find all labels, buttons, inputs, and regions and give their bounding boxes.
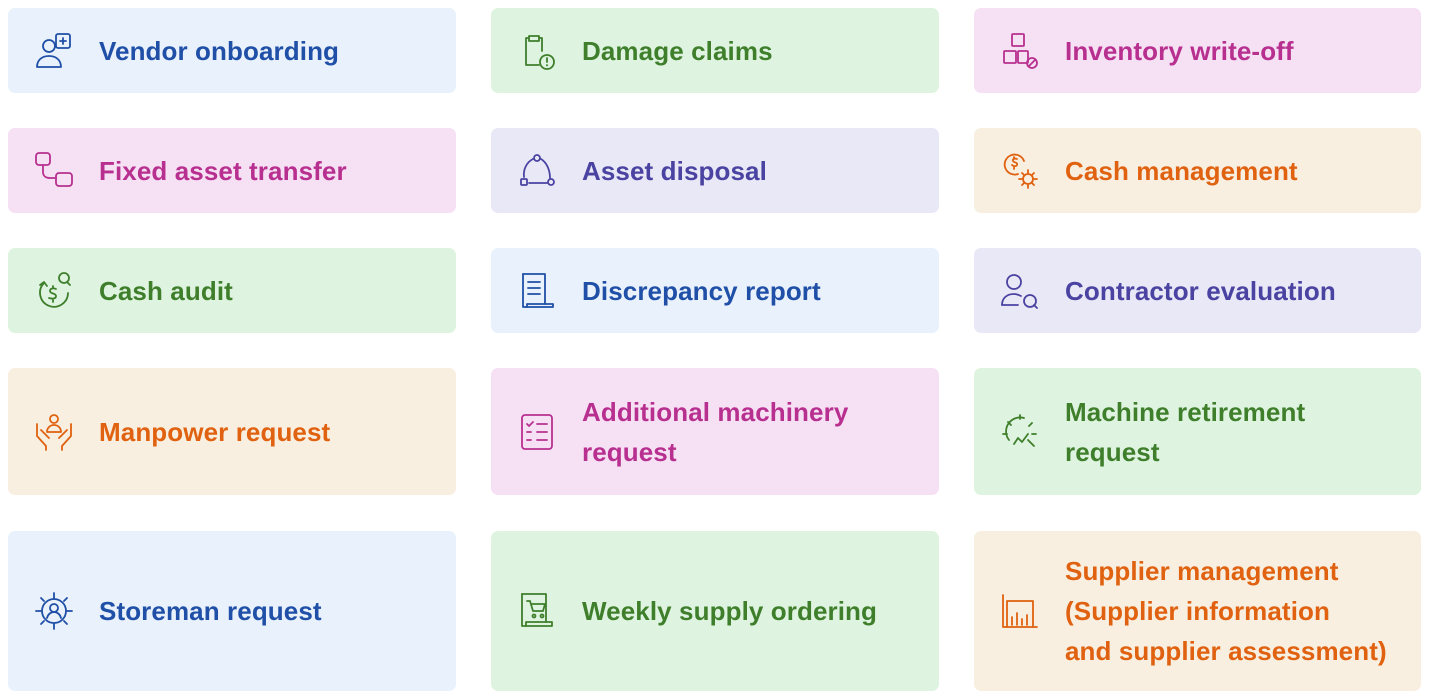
transfer-flow-icon [32, 149, 76, 193]
broken-gear-icon [998, 410, 1042, 454]
card-label: Damage claims [582, 35, 773, 66]
hands-person-icon [32, 410, 76, 454]
card-supplier-management[interactable]: Supplier management (Supplier informatio… [974, 531, 1421, 691]
card-label: Additional machinery request [582, 396, 849, 467]
document-report-icon [515, 269, 559, 313]
boxes-blocked-icon [998, 29, 1042, 73]
card-label: Fixed asset transfer [99, 155, 347, 186]
coin-refresh-search-icon [32, 269, 76, 313]
card-manpower-request[interactable]: Manpower request [8, 368, 456, 495]
card-inventory-write-off[interactable]: Inventory write-off [974, 8, 1421, 93]
card-label: Machine retirement request [1065, 396, 1306, 467]
card-label: Storeman request [99, 596, 322, 626]
card-label: Supplier management (Supplier informatio… [1065, 556, 1387, 666]
card-label: Asset disposal [582, 155, 767, 186]
cart-document-icon [515, 589, 559, 633]
card-discrepancy-report[interactable]: Discrepancy report [491, 248, 939, 333]
card-contractor-evaluation[interactable]: Contractor evaluation [974, 248, 1421, 333]
cycle-nodes-icon [515, 149, 559, 193]
card-label: Cash management [1065, 155, 1298, 186]
card-label: Vendor onboarding [99, 35, 340, 66]
checklist-icon [515, 410, 559, 454]
card-cash-management[interactable]: Cash management [974, 128, 1421, 213]
card-label: Weekly supply ordering [582, 596, 878, 626]
card-label: Inventory write-off [1065, 35, 1294, 66]
user-gear-icon [32, 589, 76, 633]
card-fixed-asset-transfer[interactable]: Fixed asset transfer [8, 128, 456, 213]
card-additional-machinery-request[interactable]: Additional machinery request [491, 368, 939, 495]
user-add-icon [32, 29, 76, 73]
coin-gear-icon [998, 149, 1042, 193]
card-asset-disposal[interactable]: Asset disposal [491, 128, 939, 213]
card-label: Discrepancy report [582, 275, 821, 306]
card-vendor-onboarding[interactable]: Vendor onboarding [8, 8, 456, 93]
card-machine-retirement-request[interactable]: Machine retirement request [974, 368, 1421, 495]
bar-chart-icon [998, 589, 1042, 633]
card-label: Manpower request [99, 416, 331, 447]
card-label: Contractor evaluation [1065, 275, 1336, 306]
card-label: Cash audit [99, 275, 233, 306]
card-cash-audit[interactable]: Cash audit [8, 248, 456, 333]
card-storeman-request[interactable]: Storeman request [8, 531, 456, 691]
card-damage-claims[interactable]: Damage claims [491, 8, 939, 93]
card-weekly-supply-ordering[interactable]: Weekly supply ordering [491, 531, 939, 691]
user-search-icon [998, 269, 1042, 313]
clipboard-alert-icon [515, 29, 559, 73]
